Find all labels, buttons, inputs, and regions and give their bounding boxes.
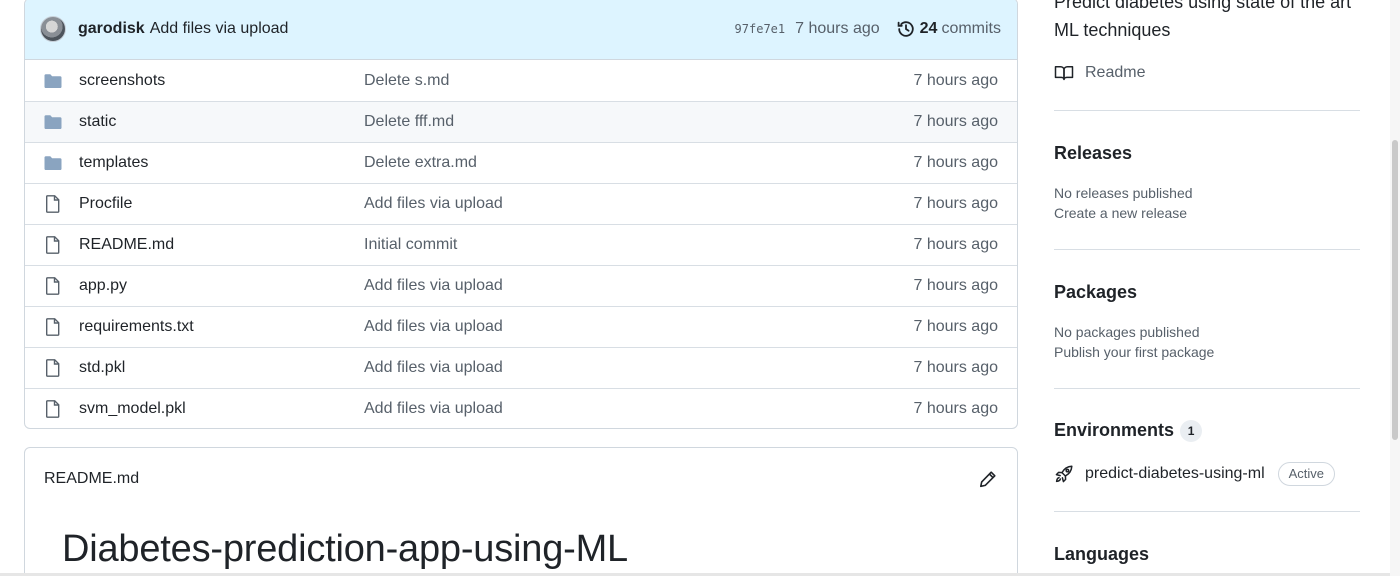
table-row[interactable]: static Delete fff.md 7 hours ago: [25, 101, 1017, 142]
readme-link-label: Readme: [1085, 64, 1146, 81]
file-time: 7 hours ago: [913, 236, 998, 253]
environments-count: 1: [1180, 420, 1203, 443]
table-row[interactable]: app.py Add files via upload 7 hours ago: [25, 265, 1017, 306]
environments-heading-label[interactable]: Environments: [1054, 420, 1174, 440]
file-name[interactable]: templates: [79, 154, 364, 172]
table-row[interactable]: Procfile Add files via upload 7 hours ag…: [25, 183, 1017, 224]
readme-panel: README.md Diabetes-prediction-app-using-…: [24, 447, 1018, 576]
file-name[interactable]: requirements.txt: [79, 318, 364, 336]
file-commit-message[interactable]: Add files via upload: [364, 400, 913, 418]
scrollbar[interactable]: [1390, 0, 1400, 576]
commit-meta: 97fe7e1 7 hours ago 24 commits: [735, 19, 1001, 39]
scrollbar-thumb[interactable]: [1392, 140, 1398, 440]
table-row[interactable]: screenshots Delete s.md 7 hours ago: [25, 60, 1017, 101]
file-rows: screenshots Delete s.md 7 hours ago stat…: [25, 60, 1017, 428]
status-badge: Active: [1277, 462, 1336, 486]
file-commit-message[interactable]: Add files via upload: [364, 277, 913, 295]
commit-message[interactable]: Add files via upload: [150, 20, 289, 38]
folder-icon: [43, 71, 63, 91]
file-icon: [43, 235, 63, 255]
file-commit-message[interactable]: Add files via upload: [364, 359, 913, 377]
file-time: 7 hours ago: [913, 154, 998, 171]
file-listing: garodisk Add files via upload 97fe7e1 7 …: [24, 0, 1018, 429]
table-row[interactable]: templates Delete extra.md 7 hours ago: [25, 142, 1017, 183]
divider: [1054, 110, 1360, 111]
file-icon: [43, 399, 63, 419]
file-name[interactable]: static: [79, 113, 364, 131]
folder-icon: [43, 153, 63, 173]
file-time: 7 hours ago: [913, 318, 998, 335]
file-commit-message[interactable]: Delete extra.md: [364, 154, 913, 172]
table-row[interactable]: svm_model.pkl Add files via upload 7 hou…: [25, 388, 1017, 428]
table-row[interactable]: README.md Initial commit 7 hours ago: [25, 224, 1017, 265]
file-commit-message[interactable]: Delete fff.md: [364, 113, 913, 131]
commit-author[interactable]: garodisk: [78, 20, 145, 38]
file-name[interactable]: Procfile: [79, 195, 364, 213]
file-time: 7 hours ago: [913, 277, 998, 294]
environment-name[interactable]: predict-diabetes-using-ml: [1085, 465, 1265, 483]
file-icon: [43, 358, 63, 378]
languages-heading: Languages: [1054, 544, 1150, 564]
file-icon: [43, 317, 63, 337]
file-time: 7 hours ago: [913, 71, 998, 89]
rocket-icon: [1054, 464, 1074, 484]
file-icon: [43, 194, 63, 214]
releases-heading[interactable]: Releases: [1054, 143, 1132, 164]
commit-time: 7 hours ago: [795, 20, 880, 37]
file-time: 7 hours ago: [913, 195, 998, 212]
latest-commit-bar: garodisk Add files via upload 97fe7e1 7 …: [25, 0, 1017, 60]
file-name[interactable]: app.py: [79, 277, 364, 295]
divider: [1054, 388, 1360, 389]
file-commit-message[interactable]: Add files via upload: [364, 318, 913, 336]
file-time: 7 hours ago: [913, 400, 998, 417]
avatar[interactable]: [40, 16, 66, 42]
file-commit-message[interactable]: Add files via upload: [364, 195, 913, 213]
table-row[interactable]: requirements.txt Add files via upload 7 …: [25, 306, 1017, 347]
releases-empty: No releases published: [1054, 185, 1193, 201]
packages-empty: No packages published: [1054, 324, 1200, 340]
readme-header: README.md: [25, 448, 1017, 509]
packages-heading[interactable]: Packages: [1054, 282, 1137, 303]
divider: [1054, 511, 1360, 512]
create-release-link[interactable]: Create a new release: [1054, 205, 1187, 221]
file-name[interactable]: svm_model.pkl: [79, 400, 364, 418]
file-time: 7 hours ago: [913, 113, 998, 130]
table-row[interactable]: std.pkl Add files via upload 7 hours ago: [25, 347, 1017, 388]
file-name[interactable]: README.md: [79, 236, 364, 254]
commit-count[interactable]: 24: [920, 20, 938, 38]
commit-sha[interactable]: 97fe7e1: [735, 22, 786, 36]
environment-item[interactable]: predict-diabetes-using-ml Active: [1054, 462, 1336, 486]
divider: [1054, 249, 1360, 250]
readme-heading: Diabetes-prediction-app-using-ML: [62, 528, 628, 570]
folder-icon: [43, 112, 63, 132]
file-time: 7 hours ago: [913, 359, 998, 376]
file-commit-message[interactable]: Delete s.md: [364, 72, 913, 90]
commit-count-label[interactable]: commits: [941, 20, 1001, 38]
file-name[interactable]: screenshots: [79, 72, 364, 90]
file-name[interactable]: std.pkl: [79, 359, 364, 377]
book-icon: [1054, 63, 1074, 83]
pencil-icon[interactable]: [978, 469, 998, 489]
publish-package-link[interactable]: Publish your first package: [1054, 344, 1214, 360]
readme-filename[interactable]: README.md: [44, 470, 139, 488]
history-icon[interactable]: [896, 19, 916, 39]
about-description: Predict diabetes using state of the art …: [1054, 0, 1352, 40]
file-icon: [43, 276, 63, 296]
readme-link[interactable]: Readme: [1054, 63, 1145, 83]
environments-heading: Environments 1: [1054, 420, 1203, 443]
file-commit-message[interactable]: Initial commit: [364, 236, 913, 254]
